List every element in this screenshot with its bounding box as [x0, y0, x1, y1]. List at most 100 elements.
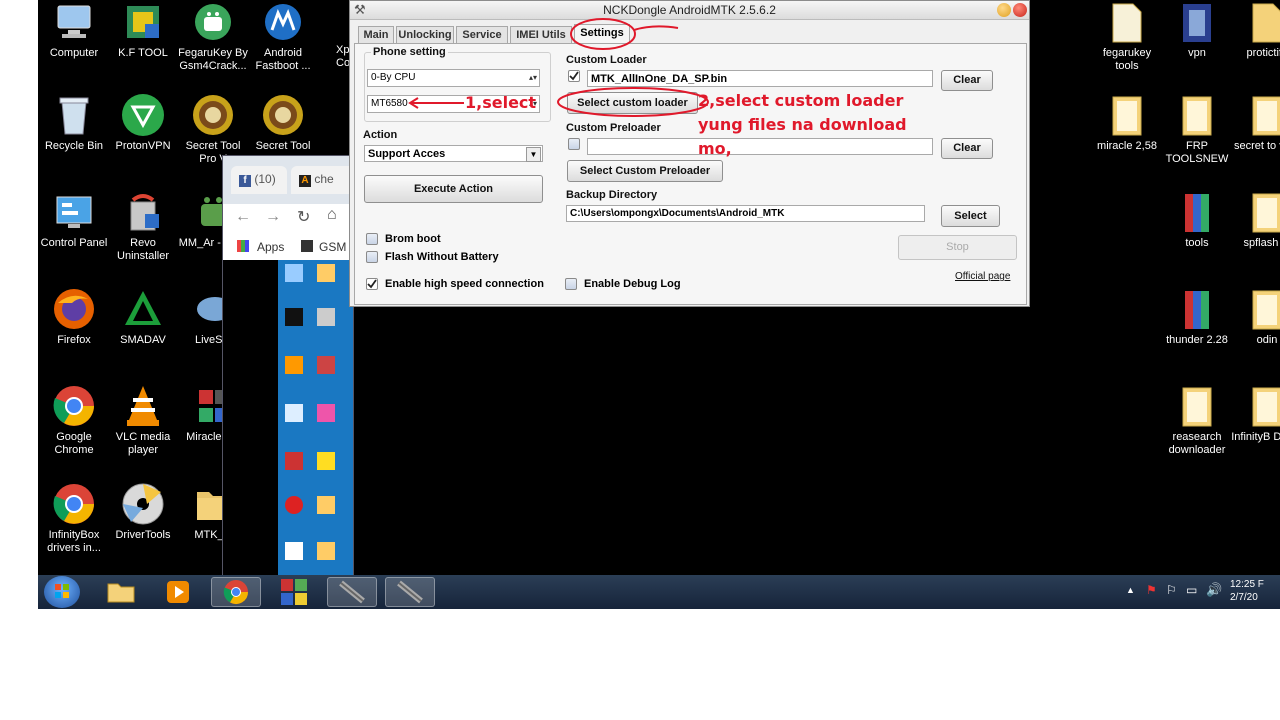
folder-icon	[1105, 0, 1149, 44]
mini-icon	[310, 542, 342, 562]
high-speed-label: Enable high speed connection	[385, 278, 544, 290]
brom-boot-checkbox[interactable]	[366, 233, 378, 245]
tab-unlocking[interactable]: Unlocking	[396, 26, 454, 44]
folder-icon	[1175, 384, 1219, 428]
desktop-icon-thunder[interactable]: thunder 2.28	[1161, 287, 1233, 347]
display-icon[interactable]: ▭	[1186, 583, 1197, 597]
stop-button[interactable]: Stop	[898, 235, 1017, 260]
forward-icon[interactable]: →	[265, 208, 281, 226]
desktop-icon-protonvpn[interactable]: ProtonVPN	[107, 93, 179, 153]
desktop-icon-google-chrome[interactable]: Google Chrome	[38, 384, 110, 457]
cpu-select[interactable]: 0-By CPU ▴▾	[367, 69, 540, 87]
minimize-button[interactable]	[997, 3, 1011, 17]
custom-loader-checkbox[interactable]	[568, 70, 580, 82]
desktop-icon-frp-toolsnew[interactable]: FRP TOOLSNEW	[1161, 93, 1233, 166]
backup-directory-label: Backup Directory	[566, 189, 658, 201]
action-center-icon[interactable]: ⚑	[1146, 583, 1157, 597]
backup-directory-field[interactable]: C:\Users\ompongx\Documents\Android_MTK	[566, 205, 925, 222]
home-icon[interactable]: ⌂	[327, 206, 337, 224]
mini-icon	[310, 404, 342, 424]
flash-without-battery-checkbox[interactable]	[366, 251, 378, 263]
tab-imei-utils[interactable]: IMEI Utils	[510, 26, 572, 44]
desktop-icon-secret-tool[interactable]: Secret Tool	[247, 93, 319, 153]
desktop-icon-computer[interactable]: Computer	[38, 0, 110, 60]
network-icon[interactable]: ⚐	[1166, 583, 1177, 597]
close-button[interactable]	[1013, 3, 1027, 17]
embedded-desktop-screenshot	[278, 260, 353, 575]
phone-setting-title: Phone setting	[371, 46, 448, 58]
taskbar-explorer[interactable]	[96, 577, 146, 607]
bookmark-apps[interactable]: Apps	[257, 240, 284, 254]
chrome-icon	[52, 482, 96, 526]
custom-preloader-label: Custom Preloader	[566, 122, 661, 134]
desktop-icon-reasearch-downloader[interactable]: reasearch downloader	[1161, 384, 1233, 457]
desktop-icon-recycle-bin[interactable]: Recycle Bin	[38, 93, 110, 153]
execute-action-button[interactable]: Execute Action	[364, 175, 543, 203]
action-select[interactable]: Support Acces ▼	[364, 145, 543, 162]
taskbar-chrome[interactable]	[211, 577, 261, 607]
apps-grid-icon	[237, 240, 249, 252]
desktop-icon-tools[interactable]: tools	[1161, 190, 1233, 250]
windows-logo-icon	[55, 584, 69, 598]
desktop-icon-vpn[interactable]: vpn	[1161, 0, 1233, 60]
bookmark-gsm[interactable]: GSM	[319, 240, 346, 254]
taskbar-amt[interactable]	[269, 577, 319, 607]
select-custom-loader-button[interactable]: Select custom loader	[567, 92, 698, 114]
recycle-bin-icon	[52, 93, 96, 137]
chrome-tab-facebook[interactable]: f (10)	[231, 166, 287, 194]
custom-loader-field[interactable]: MTK_AllInOne_DA_SP.bin	[587, 70, 933, 87]
taskbar-nckdongle-2[interactable]	[385, 577, 435, 607]
high-speed-checkbox[interactable]	[366, 278, 378, 290]
desktop-icon-fegarukey[interactable]: FegaruKey By Gsm4Crack...	[177, 0, 249, 73]
desktop-icon-infinityb-driver[interactable]: InfinityB Driver	[1231, 384, 1280, 444]
annotation-step2-line1: 2,select custom loader	[698, 91, 904, 110]
folder-icon	[1245, 190, 1280, 234]
clock[interactable]: 12:25 F 2/7/20	[1230, 578, 1264, 604]
android-icon	[191, 0, 235, 44]
desktop-icon-fegarukey-tools[interactable]: fegarukey tools	[1091, 0, 1163, 73]
mini-icon	[310, 496, 342, 516]
desktop-icon-protictify[interactable]: protictify	[1231, 0, 1280, 60]
desktop-icon-revo[interactable]: Revo Uninstaller	[107, 190, 179, 263]
clear-preloader-button[interactable]: Clear	[941, 138, 993, 159]
desktop-icon-spflash[interactable]: spflash to	[1231, 190, 1280, 250]
mini-icon	[310, 452, 342, 472]
desktop-icon-firefox[interactable]: Firefox	[38, 287, 110, 347]
official-page-link[interactable]: Official page	[955, 271, 1010, 282]
desktop-icon-odin[interactable]: odin	[1231, 287, 1280, 347]
clear-loader-button[interactable]: Clear	[941, 70, 993, 91]
vlc-icon	[121, 384, 165, 428]
checkmark-icon	[569, 71, 579, 81]
window-titlebar[interactable]: ⚒ NCKDongle AndroidMTK 2.5.6.2	[350, 1, 1029, 20]
seal-icon	[191, 93, 235, 137]
desktop-icon-control-panel[interactable]: Control Panel	[38, 190, 110, 250]
mini-icon	[310, 264, 342, 284]
mini-icon	[278, 264, 310, 284]
show-hidden-icons-icon[interactable]: ▲	[1126, 585, 1135, 595]
taskbar-media-player[interactable]	[153, 577, 203, 607]
desktop-icon-miracle-258[interactable]: miracle 2,58	[1091, 93, 1163, 153]
tab-main[interactable]: Main	[358, 26, 394, 44]
desktop-icon-secret-to[interactable]: secret to v1.3	[1231, 93, 1280, 153]
volume-icon[interactable]: 🔊	[1206, 582, 1222, 598]
select-custom-preloader-button[interactable]: Select Custom Preloader	[567, 160, 723, 182]
desktop-icon-kf-tool[interactable]: K.F TOOL	[107, 0, 179, 60]
archive-icon	[1175, 287, 1219, 331]
desktop-icon-infinitybox[interactable]: InfinityBox drivers in...	[38, 482, 110, 555]
custom-preloader-checkbox[interactable]	[568, 138, 580, 150]
desktop-icon-smadav[interactable]: SMADAV	[107, 287, 179, 347]
debug-log-checkbox[interactable]	[565, 278, 577, 290]
reload-icon[interactable]: ↻	[297, 207, 310, 227]
tab-settings[interactable]: Settings	[574, 24, 630, 45]
taskbar-nckdongle-1[interactable]	[327, 577, 377, 607]
back-icon[interactable]: ←	[235, 208, 251, 226]
select-backup-button[interactable]: Select	[941, 205, 1000, 227]
tab-service[interactable]: Service	[456, 26, 508, 44]
start-button[interactable]	[44, 576, 80, 608]
desktop-icon-drivertools[interactable]: DriverTools	[107, 482, 179, 542]
brom-boot-label: Brom boot	[385, 233, 441, 245]
desktop-icon-vlc[interactable]: VLC media player	[107, 384, 179, 457]
chrome-tab-2[interactable]: A che	[291, 166, 353, 194]
action-label: Action	[363, 129, 398, 141]
desktop-icon-android-fastboot[interactable]: Android Fastboot ...	[247, 0, 319, 73]
